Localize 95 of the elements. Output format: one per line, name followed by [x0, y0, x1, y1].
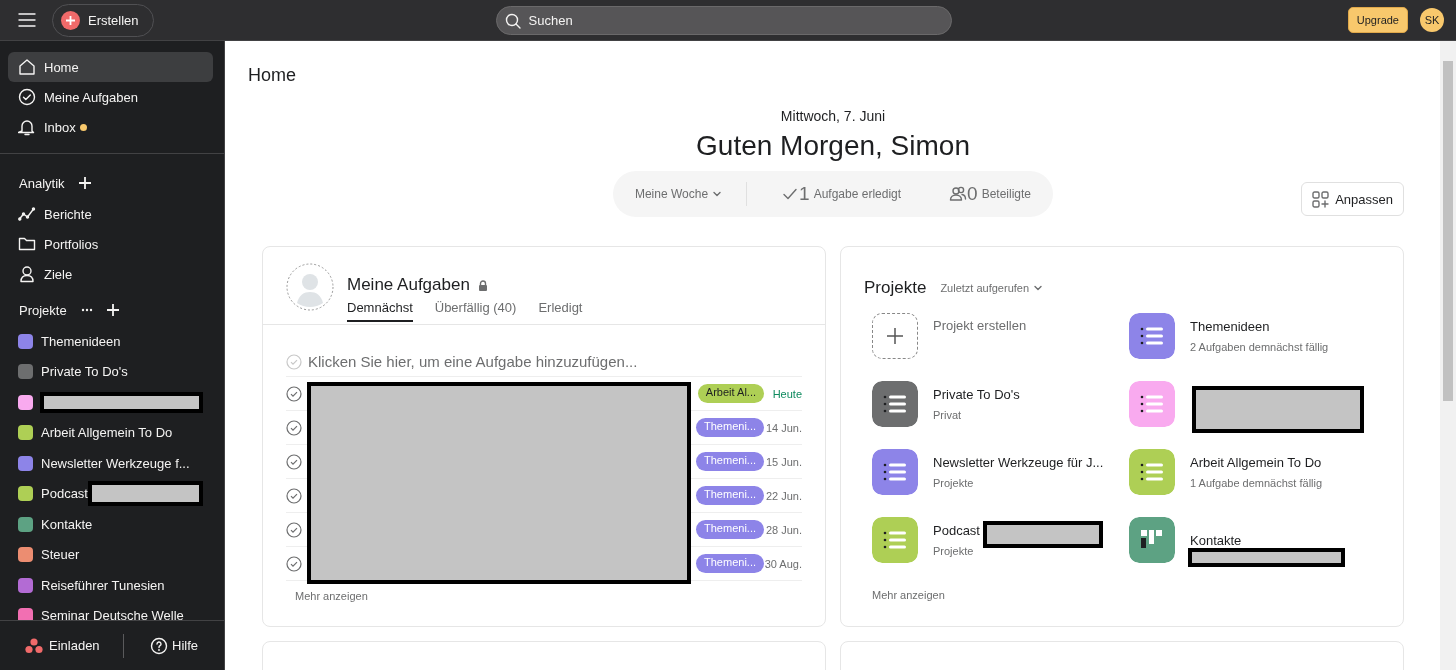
sort-dropdown[interactable]: Zuletzt aufgerufen	[940, 282, 1044, 294]
plus-icon	[61, 10, 80, 30]
create-button[interactable]: Erstellen	[52, 3, 154, 37]
list-project-icon[interactable]	[872, 449, 918, 495]
project-subtitle: 2 Aufgaben demnächst fällig	[1190, 341, 1329, 353]
create-project-button[interactable]: Projekt erstellen	[872, 313, 1129, 359]
sidebar-item[interactable]: Ziele	[8, 259, 213, 289]
project-name[interactable]: Private To Do's	[933, 387, 1020, 402]
project-name[interactable]: Themenideen	[1190, 319, 1329, 334]
due-date: 14 Jun.	[764, 421, 802, 434]
line-chart-icon	[18, 205, 36, 223]
add-icon[interactable]	[106, 304, 119, 316]
chevron-down-icon	[712, 189, 723, 199]
section-heading: Analytik	[19, 175, 65, 191]
due-date: 28 Jun.	[764, 523, 802, 536]
home-icon	[18, 58, 36, 76]
sidebar-item[interactable]: Meine Aufgaben	[8, 82, 213, 112]
stat-label: Beteiligte	[981, 187, 1032, 201]
project-tag: Themeni...	[696, 520, 764, 539]
section-heading: Projekte	[19, 302, 67, 318]
project-tag: Themeni...	[696, 486, 764, 505]
sidebar-item[interactable]: Themenideen	[8, 326, 213, 357]
due-date: 30 Aug.	[764, 557, 802, 570]
show-more-link[interactable]: Mehr anzeigen	[295, 590, 802, 602]
chevron-down-icon	[1033, 283, 1044, 293]
sidebar-item[interactable]: Portfolios	[8, 229, 213, 259]
tab[interactable]: Demnächst	[347, 300, 413, 322]
search-field[interactable]: Suchen	[495, 5, 952, 35]
avatar-placeholder-icon	[286, 263, 334, 311]
project-tag: Themeni...	[696, 418, 764, 437]
sidebar-item[interactable]: Private To Do's	[8, 356, 213, 387]
plus-icon	[886, 327, 904, 345]
help-link[interactable]: Hilfe	[124, 636, 198, 655]
project-name[interactable]: Arbeit Allgemein To Do	[1190, 455, 1323, 470]
sidebar-item[interactable]: Home	[8, 52, 213, 82]
card-title: Meine Aufgaben	[347, 275, 470, 295]
invite-link[interactable]: Einladen	[0, 633, 124, 658]
project-tag: Arbeit Al...	[697, 384, 764, 403]
complete-checkbox[interactable]	[286, 521, 302, 538]
greeting-heading: Guten Morgen, Simon	[695, 130, 971, 162]
sidebar-item[interactable]: Steuer	[8, 539, 213, 570]
complete-checkbox[interactable]	[286, 453, 302, 470]
check-circle-icon	[286, 353, 302, 370]
due-date: 22 Jun.	[764, 489, 802, 502]
sidebar-item[interactable]: Podcast	[8, 478, 213, 509]
project-subtitle: Privat	[933, 409, 963, 421]
project-tag: Themeni...	[696, 554, 764, 573]
project-subtitle: 1 Aufgabe demnächst fällig	[1190, 477, 1323, 489]
complete-checkbox[interactable]	[286, 419, 302, 436]
tab[interactable]: Erledigt	[538, 300, 583, 322]
add-task-field[interactable]: Klicken Sie hier, um eine Aufgabe hinzuzufügen...	[286, 347, 802, 377]
complete-checkbox[interactable]	[286, 385, 302, 402]
upgrade-button[interactable]: Upgrade	[1347, 7, 1408, 33]
project-name[interactable]: Newsletter Werkzeuge für J...	[933, 455, 1104, 470]
project-subtitle: Projekte	[933, 477, 975, 489]
sidebar-item[interactable]: Kontakte	[8, 509, 213, 540]
help-icon	[150, 636, 168, 655]
page-title: Home	[248, 65, 297, 87]
sidebar-item[interactable]: Seminar Deutsche Welle	[8, 600, 213, 620]
sidebar-item[interactable]: Reiseführer Tunesien	[8, 570, 213, 601]
stat-label: Aufgabe erledigt	[813, 187, 902, 201]
complete-checkbox[interactable]	[286, 487, 302, 504]
scrollbar[interactable]	[1440, 41, 1456, 670]
folder-icon	[18, 235, 36, 253]
people-icon	[949, 185, 968, 203]
project-subtitle: Projekte	[933, 545, 975, 557]
period-dropdown[interactable]: Meine Woche	[634, 182, 748, 206]
complete-checkbox[interactable]	[286, 555, 302, 572]
board-project-icon[interactable]	[1129, 517, 1175, 563]
add-icon[interactable]	[78, 177, 91, 189]
project-tag: Themeni...	[696, 452, 764, 471]
project-name[interactable]: Kontakte	[1190, 532, 1242, 548]
lock-icon	[477, 279, 488, 291]
date-text: Mittwoch, 7. Juni	[779, 108, 887, 124]
stat-number: 1	[799, 183, 810, 205]
customize-button[interactable]: Anpassen	[1301, 182, 1404, 216]
sidebar-item[interactable]: Inbox	[8, 112, 213, 142]
due-date: 15 Jun.	[764, 455, 802, 468]
check-circle-icon	[18, 88, 36, 106]
due-date: Heute	[771, 387, 802, 400]
project-name[interactable]: Podcast	[933, 523, 980, 538]
list-project-icon[interactable]	[872, 381, 918, 427]
sidebar-item[interactable]: Arbeit Allgemein To Do	[8, 417, 213, 448]
person-icon	[18, 265, 36, 283]
list-project-icon[interactable]	[1129, 313, 1175, 359]
card-title: Projekte	[864, 278, 927, 298]
user-avatar[interactable]: SK	[1420, 8, 1444, 32]
stat-number: 0	[967, 183, 978, 205]
add-widget-icon	[1312, 190, 1330, 208]
show-more-link[interactable]: Mehr anzeigen	[872, 589, 1403, 601]
tab[interactable]: Überfällig (40)	[434, 300, 517, 322]
three-dots-logo-icon	[25, 637, 43, 654]
bell-icon	[18, 118, 36, 136]
sidebar-item[interactable]: Berichte	[8, 199, 213, 229]
sidebar-item[interactable]: Newsletter Werkzeuge f...	[8, 448, 213, 479]
